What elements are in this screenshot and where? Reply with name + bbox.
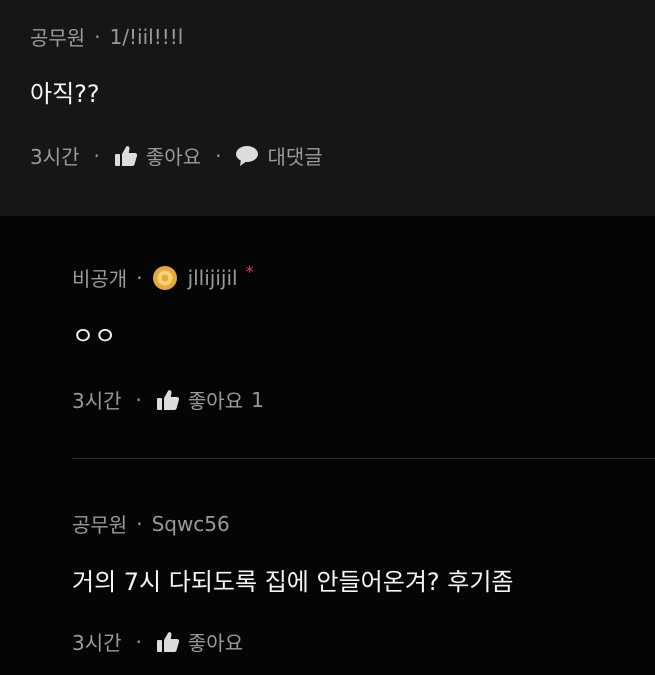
speech-bubble-icon <box>236 145 259 166</box>
asterisk-mark: * <box>245 262 254 281</box>
username[interactable]: Sqwc56 <box>152 512 230 536</box>
divider <box>72 458 655 459</box>
username[interactable]: 1/!iil!!!l <box>110 25 184 49</box>
comment-meta: 공무원 · 1/!iil!!!l <box>30 22 183 51</box>
separator-dot: · <box>135 629 142 654</box>
reply-actions: 3시간 · 좋아요 <box>72 627 243 656</box>
timestamp: 3시간 <box>72 389 122 413</box>
reply-meta: 비공개 · jllijijil * <box>72 262 254 292</box>
reply-text: ㅇㅇ <box>72 322 117 350</box>
like-button[interactable]: 좋아요 <box>114 141 201 170</box>
comment-text: 아직?? <box>30 80 100 108</box>
separator-dot: · <box>136 511 143 536</box>
username[interactable]: jllijijil <box>188 266 238 290</box>
reply-meta: 공무원 · Sqwc56 <box>72 509 230 538</box>
author-type: 공무원 <box>72 513 128 537</box>
separator-dot: · <box>94 24 101 49</box>
badge-icon <box>152 265 177 290</box>
timestamp: 3시간 <box>72 631 122 655</box>
comment-actions: 3시간 · 좋아요 · 대댓글 <box>30 141 323 170</box>
timestamp: 3시간 <box>30 145 80 169</box>
reply-text: 거의 7시 다되도록 집에 안들어온겨? 후기좀 <box>72 568 514 596</box>
like-button[interactable]: 좋아요 <box>156 627 243 656</box>
separator-dot: · <box>136 265 143 290</box>
thumbs-up-icon <box>156 631 180 652</box>
like-label: 좋아요 <box>145 145 202 169</box>
separator-dot: · <box>135 387 142 412</box>
reply-label: 대댓글 <box>267 145 323 169</box>
like-label: 좋아요 <box>187 631 244 655</box>
reply-actions: 3시간 · 좋아요 1 <box>72 385 264 414</box>
separator-dot: · <box>215 143 222 168</box>
top-comment: 공무원 · 1/!iil!!!l 아직?? 3시간 · 좋아요 · 대댓글 <box>0 0 655 216</box>
author-type: 공무원 <box>30 26 86 50</box>
like-count: 1 <box>251 387 264 412</box>
thumbs-up-icon <box>114 145 138 166</box>
thumbs-up-icon <box>156 389 180 410</box>
reply-button[interactable]: 대댓글 <box>235 141 323 170</box>
like-label: 좋아요 <box>187 389 244 413</box>
author-type: 비공개 <box>72 267 128 291</box>
like-button[interactable]: 좋아요 1 <box>156 385 264 414</box>
separator-dot: · <box>93 143 100 168</box>
